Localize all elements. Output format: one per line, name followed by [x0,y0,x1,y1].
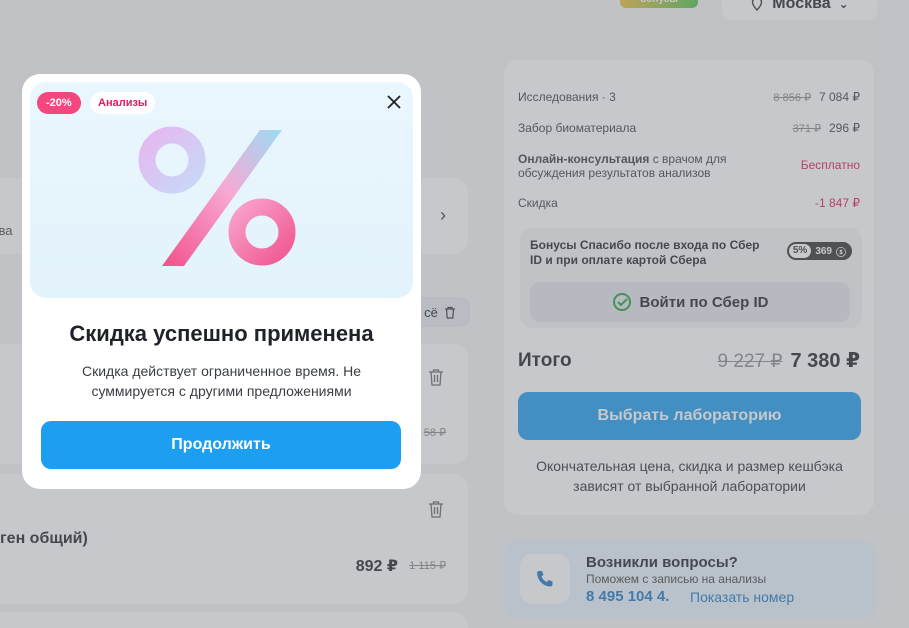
close-button[interactable] [382,90,406,114]
modal-description: Скидка действует ограниченное время. Не … [81,363,362,399]
modal-title: Скидка успешно применена [69,321,374,346]
discount-modal: -20% Анализы Скидка успешно применена Ск… [22,74,421,489]
continue-button[interactable]: Продолжить [41,421,401,469]
close-icon [387,95,401,109]
percent-illustration [138,126,296,266]
modal-hero: -20% Анализы [30,82,413,298]
